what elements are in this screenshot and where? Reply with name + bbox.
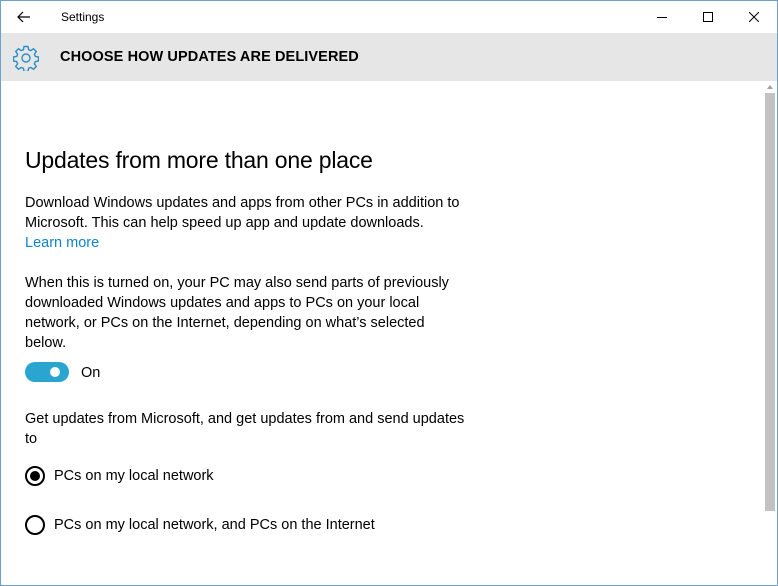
options-prompt-text: Get updates from Microsoft, and get upda… [25, 411, 465, 447]
page-header: CHOOSE HOW UPDATES ARE DELIVERED [1, 33, 777, 81]
back-button[interactable] [1, 1, 47, 33]
app-title: Settings [61, 10, 105, 24]
learn-more-link[interactable]: Learn more [25, 233, 99, 253]
description-text: Download Windows updates and apps from o… [25, 195, 460, 231]
maximize-button[interactable] [685, 1, 731, 33]
maximize-icon [703, 12, 713, 22]
toggle-knob [50, 367, 60, 377]
close-button[interactable] [731, 1, 777, 33]
page-title: CHOOSE HOW UPDATES ARE DELIVERED [60, 49, 359, 65]
title-bar: Settings [1, 1, 777, 33]
scroll-thumb[interactable] [765, 93, 775, 511]
radio-label-local-and-internet[interactable]: PCs on my local network, and PCs on the … [54, 515, 375, 535]
content-area: Updates from more than one place Downloa… [1, 81, 763, 585]
minimize-button[interactable] [639, 1, 685, 33]
section-heading: Updates from more than one place [25, 147, 373, 173]
radio-local-and-internet[interactable] [25, 515, 45, 535]
delivery-optimization-toggle[interactable] [25, 362, 69, 382]
toggle-state-label: On [81, 365, 101, 381]
settings-window: Settings CHOOSE HOW UPDATES ARE DELIVERE… [0, 0, 778, 586]
minimize-icon [657, 17, 667, 18]
radio-selected-dot [30, 471, 40, 481]
back-arrow-icon [17, 11, 30, 23]
vertical-scrollbar[interactable] [763, 81, 777, 585]
scroll-up-arrow-icon[interactable] [767, 85, 773, 89]
gear-icon [13, 45, 39, 71]
radio-local-network[interactable] [25, 466, 45, 486]
toggle-description-text: When this is turned on, your PC may also… [25, 275, 449, 351]
radio-label-local-network[interactable]: PCs on my local network [54, 466, 214, 486]
close-icon [749, 12, 759, 22]
